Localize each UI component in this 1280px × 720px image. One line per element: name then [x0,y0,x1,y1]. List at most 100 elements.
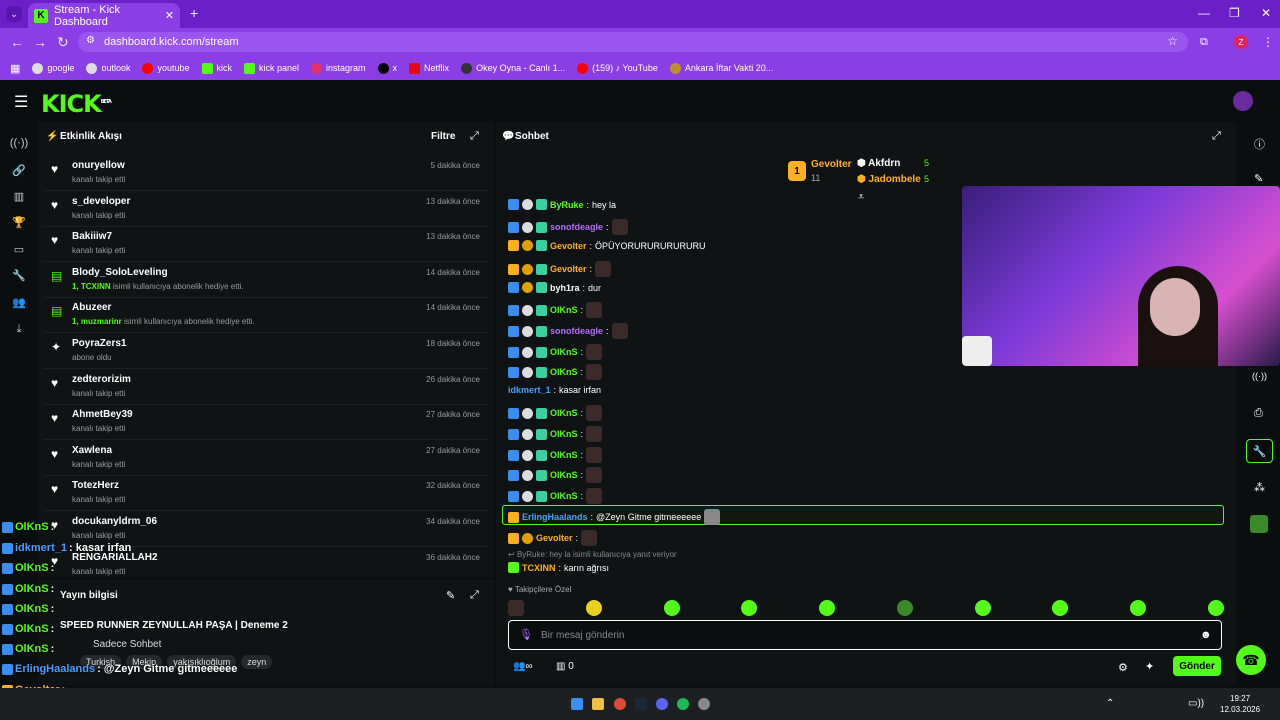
chat-username[interactable]: OlKnS [550,367,578,377]
chat-username[interactable]: OlKnS [550,408,578,418]
chat-input[interactable]: Bir mesaj gönderin [541,630,624,641]
back-icon[interactable]: ← [10,34,24,50]
app-icon[interactable] [698,698,710,710]
printer-icon[interactable]: ⎙ [1254,407,1263,420]
extensions-icon[interactable]: ⧉ [1200,36,1208,49]
microphone-icon[interactable]: 🎙 [519,628,533,641]
minimize-button[interactable]: — [1198,6,1210,20]
hamburger-menu-icon[interactable]: ☰ [14,92,28,112]
bookmark-outlook[interactable]: outlook [86,62,130,74]
steam-icon[interactable] [635,698,647,710]
bookmark-google[interactable]: google [32,62,74,74]
activity-username[interactable]: docukanyldrm_06 [72,516,157,527]
chat-username[interactable]: Gevolter [550,241,587,251]
tools-icon[interactable]: 🔧 [12,268,26,282]
activity-username[interactable]: Blody_SoloLeveling [72,267,168,278]
chat-username[interactable]: OlKnS [550,347,578,357]
users-icon[interactable]: ⁂ [1254,481,1265,494]
settings-gear-icon[interactable]: ⚙ [1118,661,1128,674]
reload-icon[interactable]: ↻ [57,34,69,51]
bookmark-instagram[interactable]: instagram [311,62,366,74]
tools-icon[interactable]: 🔧 [1246,439,1273,463]
kick-logo[interactable]: KICKBETA [41,90,112,118]
start-icon[interactable] [571,698,583,710]
activity-item[interactable]: ♥ Xawlena kanalı takip etti 27 dakika önce [43,441,488,476]
popout-icon[interactable]: ⤢ [1212,130,1221,143]
activity-item[interactable]: ▤ Abuzeer 1, muzmarinr isimli kullanıcıya … [43,298,488,334]
app-icon[interactable] [1250,515,1268,533]
popout-icon[interactable]: ⤢ [470,130,479,143]
tray-chevron-icon[interactable]: ⌃ [1106,698,1114,709]
site-info-icon[interactable]: ⚙ [86,35,95,46]
activity-username[interactable]: onuryellow [72,160,125,171]
new-tab-button[interactable]: + [190,5,198,21]
emote-icon[interactable] [819,600,836,616]
bookmark-kick[interactable]: kick [201,62,232,74]
chat-username[interactable]: Gevolter [550,264,587,274]
pencil-icon[interactable]: ✎ [1254,172,1263,185]
chat-username[interactable]: Gevolter [536,533,573,543]
emote-icon[interactable] [896,600,913,616]
activity-username[interactable]: s_developer [72,196,130,207]
activity-item[interactable]: ♥ TotezHerz kanalı takip etti 32 dakika önc… [43,476,488,512]
trophy-icon[interactable]: 🏆 [12,215,26,229]
activity-username[interactable]: Xawlena [72,445,112,456]
activity-username[interactable]: PoyraZers1 [72,338,126,349]
activity-username[interactable]: Bakiiiw7 [72,231,112,242]
activity-username[interactable]: Abuzeer [72,302,111,313]
sparkle-icon[interactable]: ✦ [1145,660,1154,673]
activity-item[interactable]: ♥ s_developer kanalı takip etti 13 dakika ö… [43,192,488,227]
emoji-icon[interactable]: ☻ [1200,629,1212,641]
chat-username[interactable]: OlKnS [550,450,578,460]
close-window-button[interactable]: ✕ [1261,6,1271,20]
bookmark-kick-panel[interactable]: kick panel [244,62,299,74]
spotify-icon[interactable] [677,698,689,710]
emote-icon[interactable] [974,600,991,616]
user-avatar[interactable] [1233,91,1253,111]
chat-username[interactable]: TCXINN [522,563,556,573]
bookmark-okey[interactable]: Okey Oyna - Canlı 1... [461,62,565,74]
chrome-icon[interactable] [614,698,626,710]
support-button[interactable]: ☎ [1236,645,1266,675]
expand-leaderboard-icon[interactable]: ⩡ [858,191,864,204]
send-button[interactable]: Gönder [1173,656,1221,676]
chat-username[interactable]: OlKnS [550,305,578,315]
edit-icon[interactable]: ✎ [446,589,455,602]
chat-username[interactable]: ByRuke [550,200,584,210]
broadcast-icon[interactable]: ((·)) [1252,371,1267,381]
browser-tab[interactable]: K Stream - Kick Dashboard ✕ [28,3,180,28]
emote-icon[interactable] [585,600,602,616]
emote-icon[interactable] [508,600,524,616]
clock[interactable]: 19:27 12.03.2026 [1220,693,1260,715]
users-icon[interactable]: 👥 [12,295,26,309]
chat-username[interactable]: OlKnS [550,491,578,501]
upload-icon[interactable]: ⤓ [12,322,26,336]
chat-username[interactable]: sonofdeagle [550,222,603,232]
tab-close-icon[interactable]: ✕ [165,9,174,22]
network-icon[interactable]: ▭)) [1188,698,1204,709]
bookmark-x[interactable]: x [377,62,397,74]
activity-item[interactable]: ♥ AhmetBey39 kanalı takip etti 27 dakika ön… [43,405,488,441]
bookmark-ankara[interactable]: Ankara İftar Vakti 20... [669,62,773,74]
emote-icon[interactable] [1207,600,1224,616]
browser-menu-icon[interactable]: ⋮ [1262,35,1274,49]
bookmark-star-icon[interactable]: ☆ [1167,34,1178,48]
media-icon[interactable]: ▭ [12,242,26,256]
chat-username[interactable]: idkmert_1 [508,385,551,395]
chat-username[interactable]: OlKnS [550,429,578,439]
activity-username[interactable]: AhmetBey39 [72,409,133,420]
activity-item[interactable]: ✦ PoyraZers1 abone oldu 18 dakika önce [43,334,488,369]
emote-icon[interactable] [1130,600,1147,616]
analytics-icon[interactable]: ▥ [12,189,26,203]
users-icon[interactable]: 👥∞ [513,661,533,672]
chat-username[interactable]: byh1ra [550,283,580,293]
activity-item[interactable]: ♥ Bakiiiw7 kanalı takip etti 13 dakika önce [43,227,488,263]
chat-username[interactable]: OlKnS [550,470,578,480]
url-field[interactable]: ⚙ dashboard.kick.com/stream ☆ [78,32,1188,52]
bookmark-youtube[interactable]: youtube [142,62,190,74]
popout-icon[interactable]: ⤢ [470,589,479,602]
discord-icon[interactable] [656,698,668,710]
bookmark-netflix[interactable]: Netflix [409,62,449,74]
activity-item[interactable]: ♥ zedterorizim kanalı takip etti 26 dakika … [43,370,488,405]
chat-username[interactable]: sonofdeagle [550,326,603,336]
